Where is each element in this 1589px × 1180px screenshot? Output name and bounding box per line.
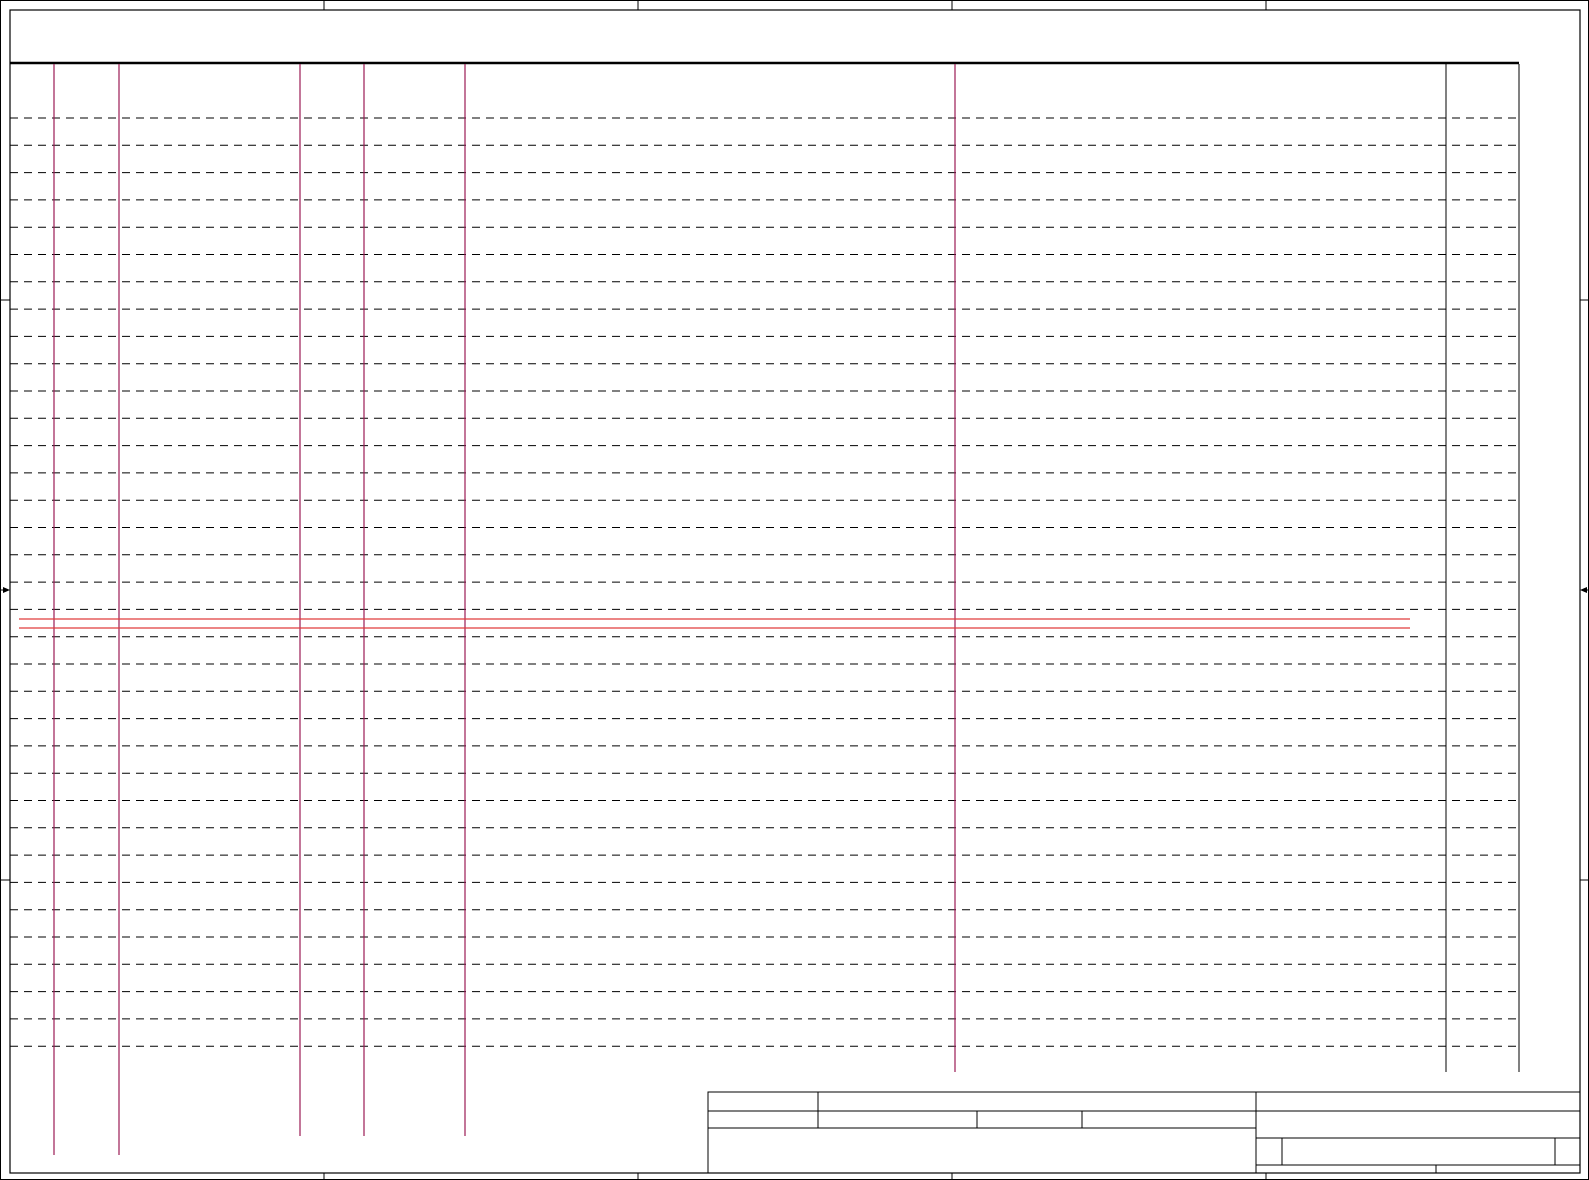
title-block-frame [707,1091,1581,1174]
title-block [707,1091,1581,1174]
zone-ticks [0,0,1589,1180]
highlight-lines [19,618,1410,629]
inner-frame [9,9,1581,1174]
row-lines [10,117,1519,1047]
centering-arrows [0,587,1589,593]
drawing-sheet [0,0,1589,1180]
outer-frame [0,0,1589,1180]
